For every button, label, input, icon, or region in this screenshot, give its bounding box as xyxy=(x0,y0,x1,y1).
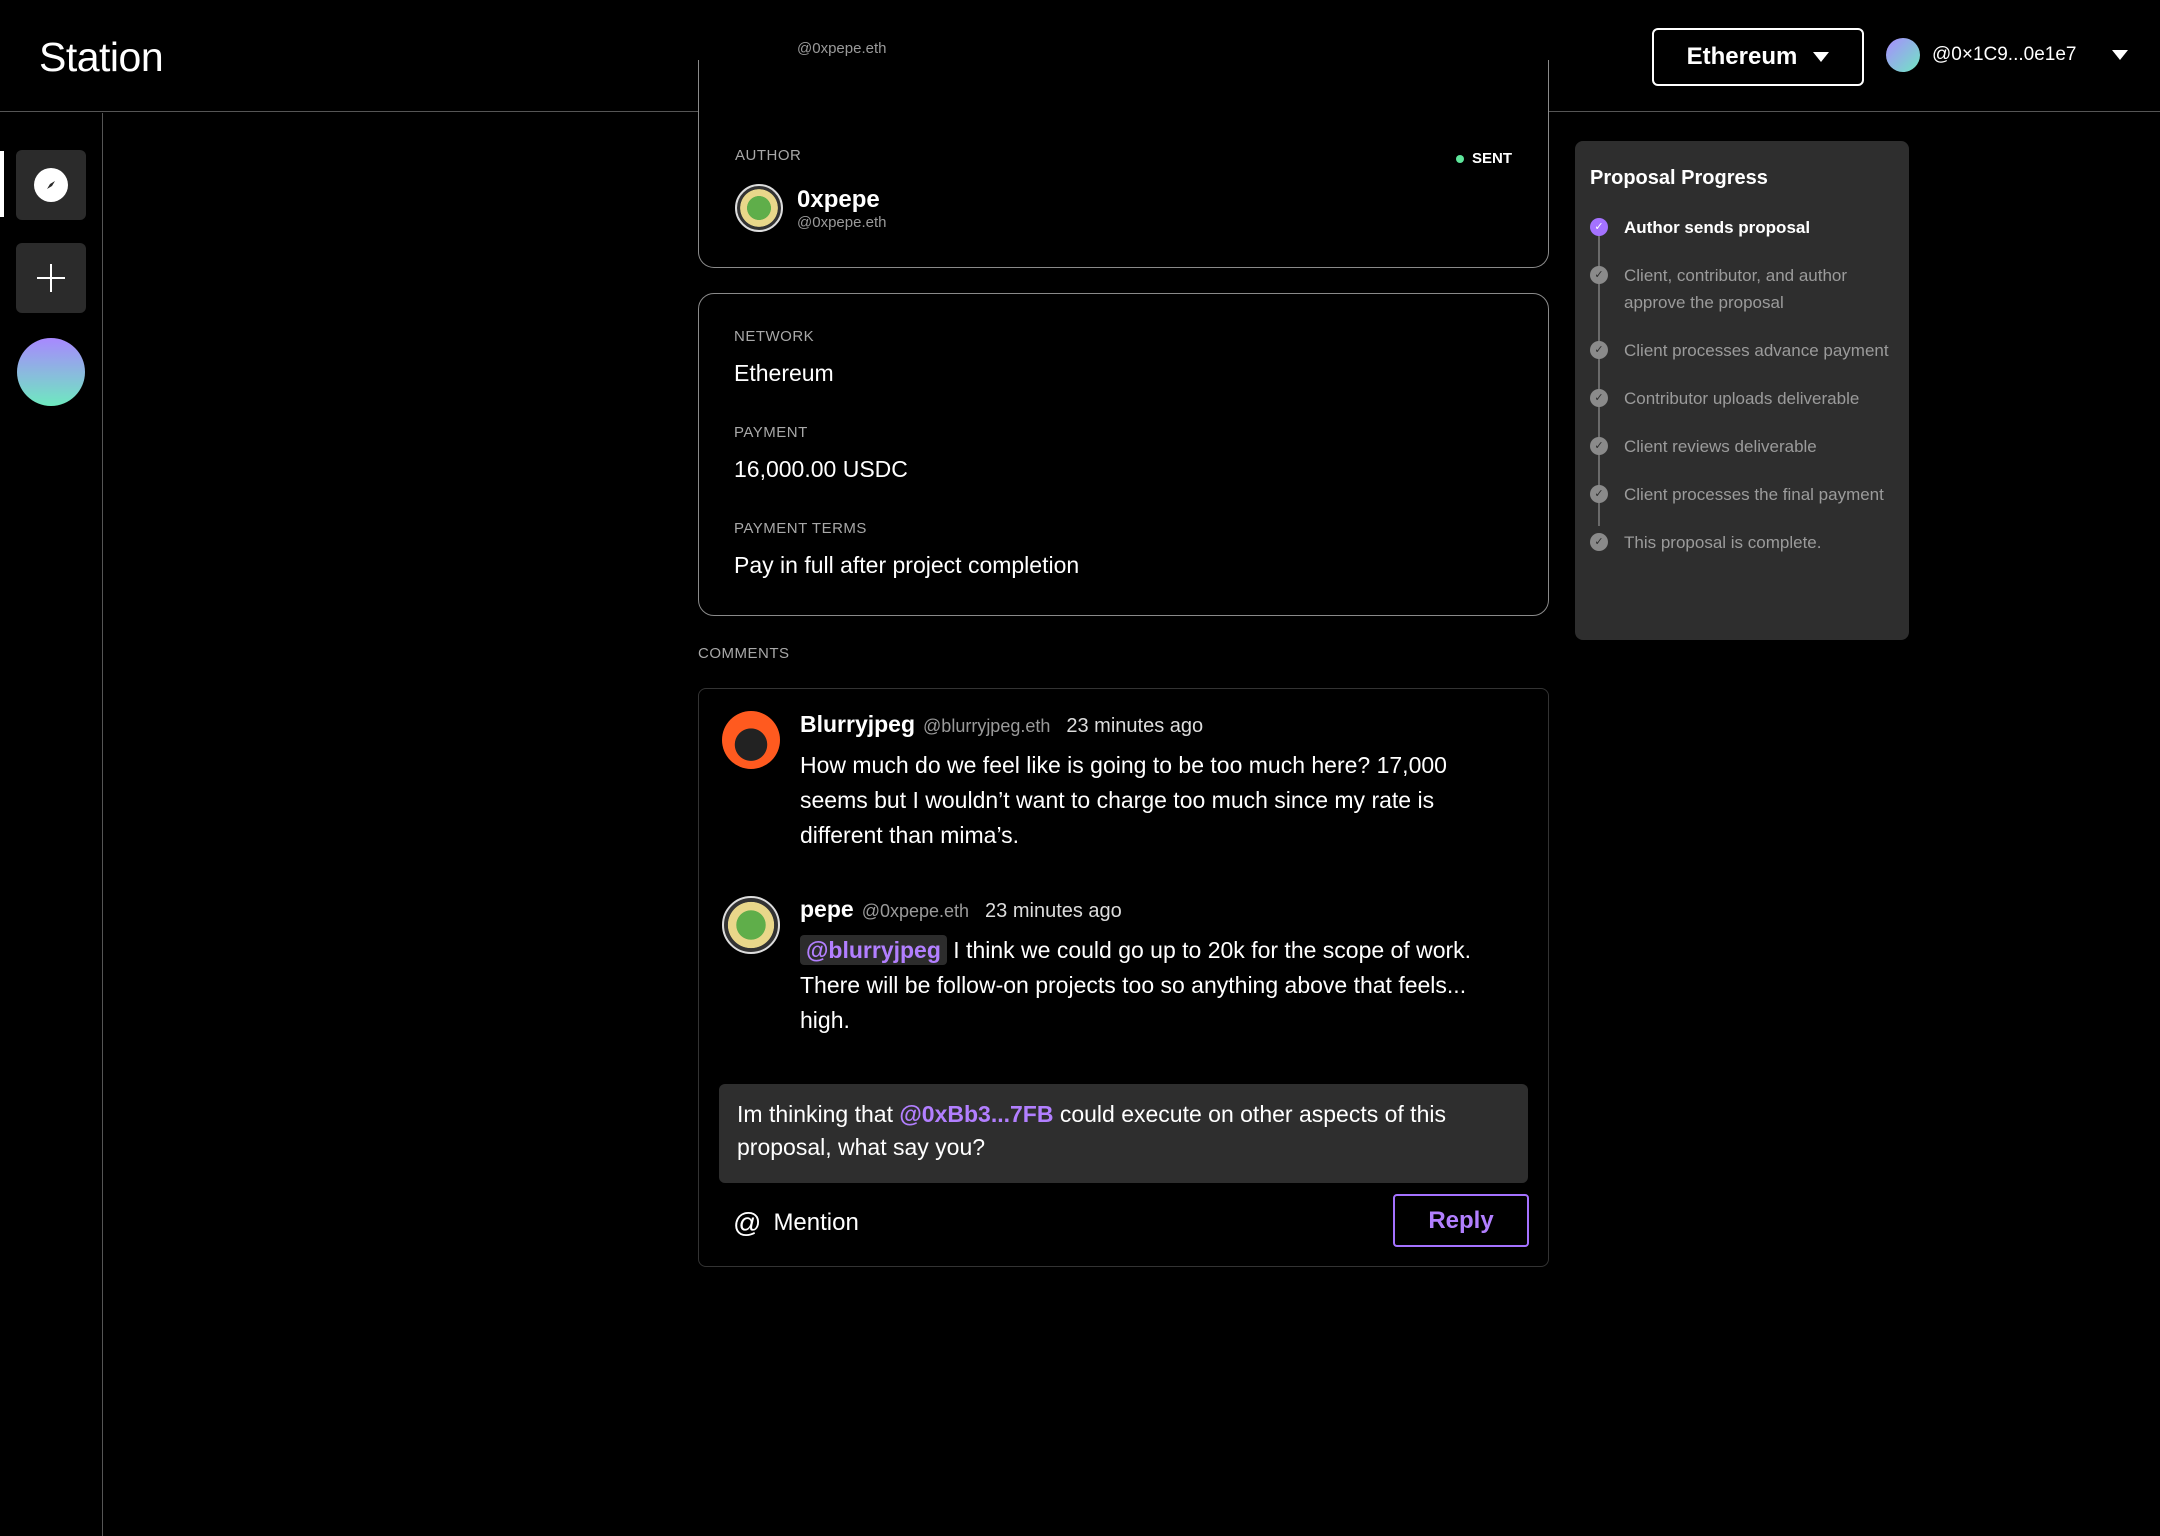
avatar xyxy=(722,896,780,954)
comment-time: 23 minutes ago xyxy=(985,900,1122,922)
proposal-progress-panel: Proposal Progress ✓ Author sends proposal… xyxy=(1575,141,1909,640)
progress-step-label: Author sends proposal xyxy=(1624,218,1811,237)
left-rail xyxy=(0,113,103,1536)
comment-item: Blurryjpeg @blurryjpeg.eth 23 minutes ag… xyxy=(722,711,1520,853)
terminal-avatar[interactable] xyxy=(17,338,85,406)
comment-item: pepe @0xpepe.eth 23 minutes ago @blurryj… xyxy=(722,896,1520,1038)
compass-icon xyxy=(34,168,68,202)
status-text: SENT xyxy=(1471,150,1512,167)
progress-step-label: Client processes the final payment xyxy=(1624,485,1884,504)
author-handle: @0xpepe.eth xyxy=(797,213,887,231)
author-card: @0xpepe.eth AUTHOR 0xpepe @0xpepe.eth SE… xyxy=(698,40,1549,268)
plus-icon xyxy=(35,255,67,301)
payment-value: 16,000.00 USDC xyxy=(734,456,908,482)
check-circle-icon: ✓ xyxy=(1590,341,1608,359)
explore-button[interactable] xyxy=(16,150,86,220)
payment-terms-label: PAYMENT TERMS xyxy=(734,520,867,537)
progress-step: ✓ Contributor uploads deliverable xyxy=(1590,385,1894,412)
user-mention[interactable]: @blurryjpeg xyxy=(800,935,947,965)
author-name: 0xpepe xyxy=(797,185,880,213)
check-circle-icon: ✓ xyxy=(1590,437,1608,455)
comment-time: 23 minutes ago xyxy=(1066,715,1204,737)
status-dot-icon xyxy=(1455,154,1464,163)
account-menu[interactable]: @0×1C9...0e1e7 xyxy=(1886,38,2129,72)
avatar xyxy=(722,711,780,769)
comment-body: How much do we feel like is going to be … xyxy=(800,752,1447,848)
payment-label: PAYMENT xyxy=(734,424,808,441)
chevron-down-icon xyxy=(2112,50,2129,60)
progress-step-label: Client, contributor, and author approve … xyxy=(1624,266,1848,312)
reply-button[interactable]: Reply xyxy=(1393,1194,1529,1247)
details-card: NETWORK Ethereum PAYMENT 16,000.00 USDC … xyxy=(698,293,1549,616)
progress-step: ✓ Client processes the final payment xyxy=(1590,481,1894,508)
comment-handle: @blurryjpeg.eth xyxy=(923,716,1051,736)
rail-active-indicator xyxy=(0,151,4,217)
author-label: AUTHOR xyxy=(735,147,802,164)
comment-author[interactable]: Blurryjpeg xyxy=(800,711,915,738)
progress-step: ✓ Author sends proposal xyxy=(1590,214,1894,241)
progress-step-label: Client reviews deliverable xyxy=(1624,437,1817,456)
comment-body: @blurryjpeg I think we could go up to 20… xyxy=(800,933,1520,1038)
account-avatar xyxy=(1886,38,1920,72)
comment-handle: @0xpepe.eth xyxy=(861,901,970,921)
progress-step: ✓ Client processes advance payment xyxy=(1590,337,1894,364)
progress-title: Proposal Progress xyxy=(1590,167,1768,189)
progress-steps: ✓ Author sends proposal ✓ Client, contribut… xyxy=(1590,214,1894,556)
mention-button[interactable]: @ Mention xyxy=(733,1207,859,1239)
payment-terms-value: Pay in full after project completion xyxy=(734,552,1080,578)
composer-text-before: Im thinking that xyxy=(737,1101,900,1127)
author-row: 0xpepe @0xpepe.eth xyxy=(735,184,886,232)
user-handle: @0xpepe.eth xyxy=(797,40,887,57)
network-selector-button[interactable]: Ethereum xyxy=(1652,28,1864,86)
create-button[interactable] xyxy=(16,243,86,313)
comments-label: COMMENTS xyxy=(698,645,790,662)
network-label: NETWORK xyxy=(734,328,815,345)
network-selector-label: Ethereum xyxy=(1686,43,1798,70)
check-circle-icon: ✓ xyxy=(1590,218,1608,236)
previous-user-row: @0xpepe.eth xyxy=(735,40,886,57)
progress-step-label: Contributor uploads deliverable xyxy=(1624,389,1860,408)
comment-input[interactable]: Im thinking that @0xBb3...7FB could exec… xyxy=(719,1084,1528,1183)
check-circle-icon: ✓ xyxy=(1590,266,1608,284)
progress-step-label: This proposal is complete. xyxy=(1624,533,1822,552)
avatar xyxy=(735,184,783,232)
mention-button-label: Mention xyxy=(773,1209,859,1236)
network-value: Ethereum xyxy=(734,360,834,386)
comments-card: Blurryjpeg @blurryjpeg.eth 23 minutes ag… xyxy=(698,688,1549,1267)
account-address: @0×1C9...0e1e7 xyxy=(1932,44,2077,65)
comment-author[interactable]: pepe xyxy=(800,896,854,923)
chevron-down-icon xyxy=(1813,52,1830,62)
progress-step-label: Client processes advance payment xyxy=(1624,341,1889,360)
check-circle-icon: ✓ xyxy=(1590,533,1608,551)
status-badge: SENT xyxy=(1455,150,1512,167)
composer-mention: @0xBb3...7FB xyxy=(899,1101,1054,1127)
progress-step: ✓ Client, contributor, and author approve… xyxy=(1590,262,1894,316)
progress-step: ✓ This proposal is complete. xyxy=(1590,529,1894,556)
progress-step: ✓ Client reviews deliverable xyxy=(1590,433,1894,460)
at-sign-icon: @ xyxy=(733,1207,762,1238)
check-circle-icon: ✓ xyxy=(1590,485,1608,503)
check-circle-icon: ✓ xyxy=(1590,389,1608,407)
app-logo[interactable]: Station xyxy=(39,34,164,81)
